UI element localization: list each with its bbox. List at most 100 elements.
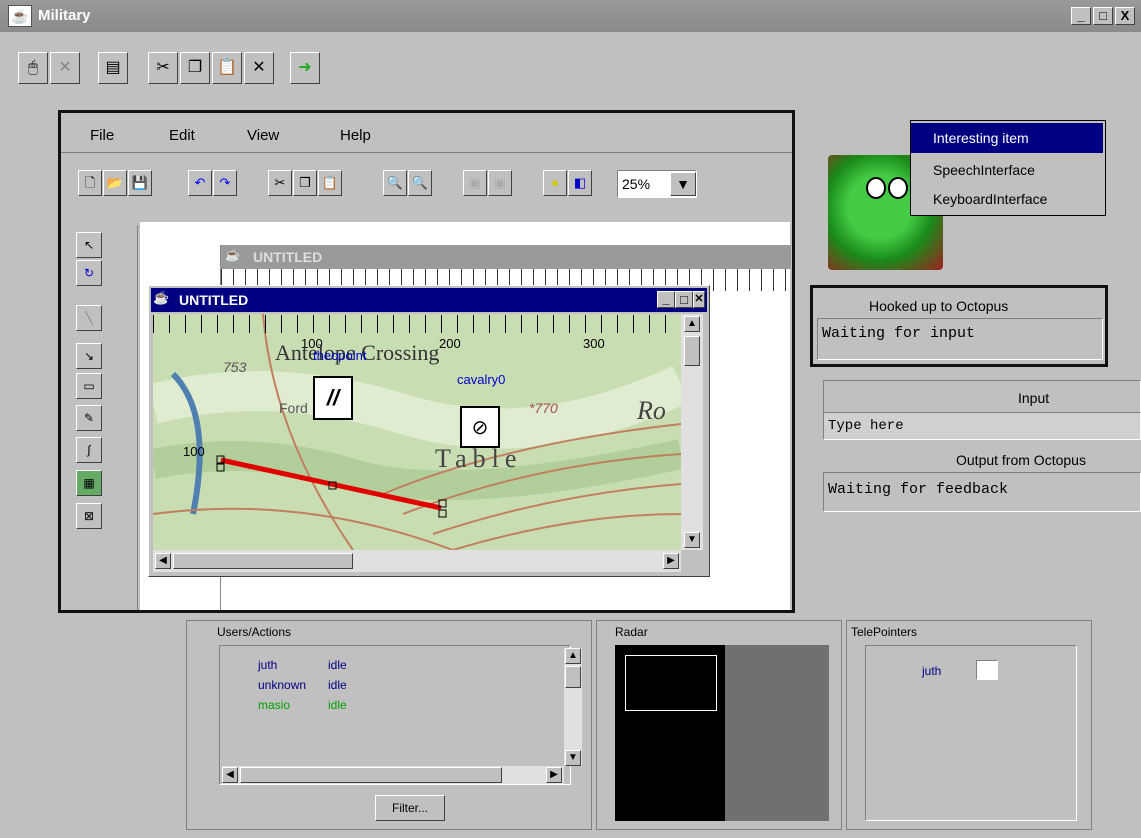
cavalry-unit-icon[interactable]: ⊘ <box>460 406 500 448</box>
paste-icon[interactable]: 📋 <box>318 170 342 196</box>
delete-icon[interactable]: ✕ <box>244 52 274 84</box>
java-cup-icon: ☕ <box>225 248 240 262</box>
undo-icon[interactable]: ↶ <box>188 170 212 196</box>
menu-item-interesting[interactable]: Interesting item <box>911 123 1103 153</box>
input-field[interactable]: Type here <box>823 412 1141 440</box>
properties-icon[interactable]: ▤ <box>98 52 128 84</box>
new-file-icon[interactable]: 🗋 <box>78 170 102 196</box>
chevron-down-icon[interactable]: ▼ <box>670 172 696 196</box>
overlay-label: theopoint <box>313 348 367 363</box>
telepointer-user: juth <box>922 664 942 678</box>
scroll-thumb[interactable] <box>173 553 353 569</box>
copy-icon[interactable]: ❐ <box>180 52 210 84</box>
exit-icon[interactable]: ➜ <box>290 52 320 84</box>
scroll-thumb[interactable] <box>565 666 581 688</box>
map-vertical-scrollbar[interactable]: ▲ ▼ <box>681 314 703 550</box>
avatar-eye-left <box>866 177 886 199</box>
unit-symbol-ford[interactable]: // <box>313 376 353 420</box>
save-icon[interactable]: 💾 <box>128 170 152 196</box>
maximize-button[interactable]: □ <box>1093 7 1113 25</box>
map-horizontal-scrollbar[interactable]: ◀ ▶ <box>153 550 681 572</box>
scroll-down-icon[interactable]: ▼ <box>565 750 581 766</box>
cut-icon[interactable]: ✂ <box>268 170 292 196</box>
scroll-left-icon[interactable]: ◀ <box>222 767 238 783</box>
ungroup-icon[interactable]: ▣ <box>488 170 512 196</box>
map-icon[interactable]: ▦ <box>76 470 102 496</box>
menu-file[interactable]: File <box>90 127 114 144</box>
copy-icon[interactable]: ❐ <box>293 170 317 196</box>
radar-title: Radar <box>615 625 648 639</box>
zoom-select[interactable]: 25% ▼ <box>617 170 697 198</box>
scroll-thumb[interactable] <box>240 767 502 783</box>
maximize-button[interactable]: □ <box>675 291 693 308</box>
minimize-button[interactable]: _ <box>657 291 675 308</box>
background-doc-title: UNTITLED <box>253 249 323 265</box>
scroll-down-icon[interactable]: ▼ <box>684 532 700 548</box>
freehand-icon[interactable]: ∫ <box>76 437 102 463</box>
cross-icon[interactable]: ✕ <box>50 52 80 84</box>
octopus-status-text: Waiting for input <box>822 325 976 342</box>
input-placeholder: Type here <box>828 418 904 434</box>
cut-icon[interactable]: ✂ <box>148 52 178 84</box>
ruler-label-300: 300 <box>583 336 605 351</box>
scroll-right-icon[interactable]: ▶ <box>546 767 562 783</box>
interface-popup-menu: Interesting item SpeechInterface Keyboar… <box>910 120 1106 216</box>
users-panel-title: Users/Actions <box>217 625 292 639</box>
zoom-out-icon[interactable]: 🔍 <box>408 170 432 196</box>
minimize-button[interactable]: _ <box>1071 7 1091 25</box>
users-horizontal-scrollbar[interactable]: ◀ ▶ <box>222 766 564 784</box>
redo-icon[interactable]: ↷ <box>213 170 237 196</box>
rectangle-icon[interactable]: ▭ <box>76 373 102 399</box>
telepointer-checkbox[interactable] <box>976 660 998 680</box>
input-label: Input <box>1018 390 1050 406</box>
users-vertical-scrollbar[interactable]: ▲ ▼ <box>564 648 582 766</box>
ro-label: Ro <box>637 396 666 425</box>
zoom-in-icon[interactable]: 🔍 <box>383 170 407 196</box>
map-window-titlebar[interactable]: ☕ UNTITLED _ □ ✕ <box>151 288 707 312</box>
menu-item-keyboard-interface[interactable]: KeyboardInterface <box>911 184 1103 214</box>
scroll-up-icon[interactable]: ▲ <box>684 316 700 332</box>
user-name[interactable]: masio <box>258 698 290 712</box>
scroll-thumb[interactable] <box>684 336 700 366</box>
telepointers-list: juth <box>865 645 1077 821</box>
menu-item-speech-interface[interactable]: SpeechInterface <box>911 155 1103 185</box>
open-file-icon[interactable]: 📂 <box>103 170 127 196</box>
select-arrow-icon[interactable]: ↖ <box>76 232 102 258</box>
pencil-icon[interactable]: ✎ <box>76 405 102 431</box>
filter-button[interactable]: Filter... <box>375 795 445 821</box>
background-doc-titlebar[interactable]: ☕ UNTITLED <box>221 245 791 269</box>
ford-label: Ford <box>279 400 308 416</box>
ruler-label-200: 200 <box>439 336 461 351</box>
scroll-left-icon[interactable]: ◀ <box>155 553 171 569</box>
output-label: Output from Octopus <box>956 452 1086 468</box>
rotate-icon[interactable]: ↻ <box>76 260 102 286</box>
input-label-box: Input <box>823 380 1141 416</box>
paste-icon[interactable]: 📋 <box>212 52 242 84</box>
main-title-bar[interactable]: ☕ Military _ □ X <box>0 0 1141 32</box>
java-cup-icon: ☕ <box>8 5 32 27</box>
cursor-icon[interactable]: 🖱 <box>18 52 48 84</box>
menu-help[interactable]: Help <box>340 127 371 144</box>
menu-view[interactable]: View <box>247 127 279 144</box>
user-name[interactable]: unknown <box>258 678 306 692</box>
line-icon[interactable]: ╲ <box>76 305 102 331</box>
scroll-right-icon[interactable]: ▶ <box>663 553 679 569</box>
output-text: Waiting for feedback <box>828 481 1009 498</box>
scroll-up-icon[interactable]: ▲ <box>565 648 581 664</box>
radar-view[interactable] <box>615 645 829 821</box>
unit-icon[interactable]: ⊠ <box>76 503 102 529</box>
map-window: ☕ UNTITLED _ □ ✕ 100 200 300 Antelope Cr… <box>148 285 710 577</box>
close-button[interactable]: ✕ <box>693 291 705 308</box>
map-view[interactable]: 100 200 300 Antelope Crossing theopoint … <box>153 314 681 550</box>
shapes-icon[interactable]: ● <box>543 170 567 196</box>
layers-icon[interactable]: ◧ <box>568 170 592 196</box>
telepointers-title: TelePointers <box>851 625 918 639</box>
unit-label: cavalry0 <box>457 372 506 387</box>
radar-viewport-box[interactable] <box>625 655 717 711</box>
arrow-line-icon[interactable]: ↘ <box>76 343 102 369</box>
menu-edit[interactable]: Edit <box>169 127 195 144</box>
users-list[interactable]: juth idle unknown idle masio idle ▲ ▼ ◀ … <box>219 645 582 785</box>
group-icon[interactable]: ▣ <box>463 170 487 196</box>
close-button[interactable]: X <box>1115 7 1135 25</box>
user-name[interactable]: juth <box>258 658 277 672</box>
